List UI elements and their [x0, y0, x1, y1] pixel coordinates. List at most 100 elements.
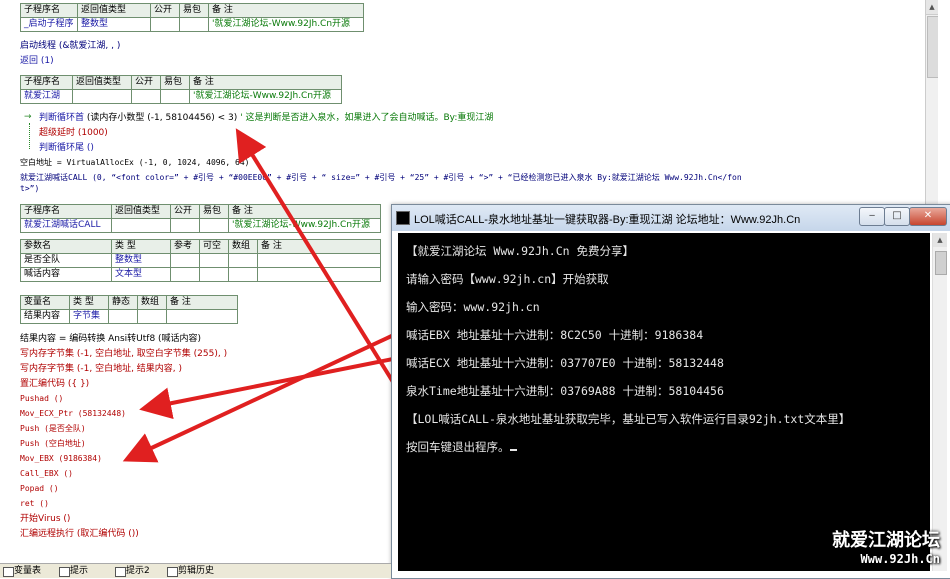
tab-hint2[interactable]: 提示2: [114, 565, 150, 577]
code-line-shout-2[interactable]: t>”): [20, 183, 39, 195]
header-remark: 备 注: [257, 239, 381, 254]
header-subname: 子程序名: [20, 204, 112, 219]
cell-type[interactable]: 文本型: [111, 267, 171, 282]
cell-return-type[interactable]: [111, 218, 171, 233]
cell-remark[interactable]: [166, 309, 238, 324]
cell-array[interactable]: [228, 253, 258, 268]
code-line[interactable]: Pushad (): [20, 393, 63, 405]
cell-param-name[interactable]: 喊话内容: [20, 267, 112, 282]
code-line-return[interactable]: 返回 (1): [20, 55, 54, 67]
console-line: 请输入密码【www.92jh.cn】开始获取: [406, 272, 609, 286]
cell-remark[interactable]: '就爱江湖论坛-Www.92Jh.Cn开源: [189, 89, 342, 104]
cell-subname[interactable]: 就爱江湖: [20, 89, 73, 104]
cell-subname[interactable]: _启动子程序: [20, 17, 78, 32]
tab-clipboard-history[interactable]: 剪辑历史: [166, 565, 214, 577]
scroll-thumb[interactable]: [935, 251, 947, 275]
code-line[interactable]: 开始Virus (): [20, 513, 70, 525]
console-line: 输入密码：www.92jh.cn: [406, 300, 540, 314]
scroll-thumb[interactable]: [927, 16, 938, 78]
cell-type[interactable]: 整数型: [111, 253, 171, 268]
code-line[interactable]: 写内存字节集 (-1, 空白地址, 结果内容, ): [20, 363, 182, 375]
code-line-shout-1[interactable]: 就爱江湖喊话CALL (0, “<font color=” + #引号 + “#…: [20, 172, 742, 184]
code-line[interactable]: Push (空白地址): [20, 438, 86, 450]
code-line[interactable]: 结果内容 = 编码转换 Ansi转Utf8 (喊话内容): [20, 333, 201, 345]
code-line[interactable]: Mov_EBX (9186384): [20, 453, 102, 465]
code-line-start-thread[interactable]: 启动线程 (&就爱江湖, , ): [20, 40, 120, 52]
hint-icon: [115, 567, 126, 577]
console-scrollbar[interactable]: ▲: [932, 233, 947, 571]
table-icon: [3, 567, 14, 577]
code-line[interactable]: Push (是否全队): [20, 423, 86, 435]
loop-arrow-icon: →: [24, 112, 32, 122]
code-line-delay[interactable]: 超级延时 (1000): [39, 127, 108, 139]
code-line[interactable]: 置汇编代码 ({ }): [20, 378, 89, 390]
code-line[interactable]: Popad (): [20, 483, 59, 495]
watermark-line-2: Www.92Jh.Cn: [860, 552, 940, 566]
cell-remark[interactable]: '就爱江湖论坛-Www.92Jh.Cn开源: [228, 218, 381, 233]
cell-array[interactable]: [137, 309, 167, 324]
tab-variables[interactable]: 变量表: [2, 565, 41, 577]
console-titlebar[interactable]: LOL喊话CALL-泉水地址基址一键获取器-By:重现江湖 论坛地址：Www.9…: [392, 205, 950, 231]
console-line-prompt: 按回车键退出程序。: [406, 439, 517, 455]
cell-array[interactable]: [228, 267, 258, 282]
cell-return-type[interactable]: 整数型: [77, 17, 151, 32]
tab-label: 提示2: [126, 566, 150, 576]
header-package: 易包: [160, 75, 190, 90]
cell-type[interactable]: 字节集: [69, 309, 109, 324]
tab-hint[interactable]: 提示: [58, 565, 88, 577]
console-title: LOL喊话CALL-泉水地址基址一键获取器-By:重现江湖 论坛地址：Www.9…: [414, 214, 801, 226]
console-app-icon: [396, 211, 410, 225]
cell-remark[interactable]: '就爱江湖论坛-Www.92Jh.Cn开源: [208, 17, 364, 32]
cell-ref[interactable]: [170, 267, 200, 282]
cell-static[interactable]: [108, 309, 138, 324]
cell-nullable[interactable]: [199, 267, 229, 282]
cell-subname[interactable]: 就爱江湖喊话CALL: [20, 218, 112, 233]
console-window[interactable]: LOL喊话CALL-泉水地址基址一键获取器-By:重现江湖 论坛地址：Www.9…: [391, 204, 950, 579]
cell-nullable[interactable]: [199, 253, 229, 268]
code-line[interactable]: 汇编远程执行 (取汇编代码 ()): [20, 528, 139, 540]
header-type: 类 型: [69, 295, 109, 310]
cell-param-name[interactable]: 是否全队: [20, 253, 112, 268]
cell-public[interactable]: [150, 17, 180, 32]
subroutine-table-startup: 子程序名 返回值类型 公开 易包 备 注 _启动子程序 整数型 '就爱江湖论坛-…: [20, 3, 364, 32]
cell-return-type[interactable]: [72, 89, 132, 104]
header-type: 类 型: [111, 239, 171, 254]
console-line: 【就爱江湖论坛 Www.92Jh.Cn 免费分享】: [406, 244, 635, 258]
header-static: 静态: [108, 295, 138, 310]
cell-ref[interactable]: [170, 253, 200, 268]
minimize-button[interactable]: ‒: [859, 207, 885, 226]
cell-package[interactable]: [199, 218, 229, 233]
cell-package[interactable]: [179, 17, 209, 32]
loop-comment: ' 这是判断是否进入泉水，如果进入了会自动喊话。By:重现江湖: [240, 113, 494, 123]
cell-var-name[interactable]: 结果内容: [20, 309, 70, 324]
scroll-up-icon[interactable]: ▲: [933, 233, 947, 247]
console-line: 喊话ECX 地址基址十六进制：037707E0 十进制：58132448: [406, 356, 724, 370]
cell-public[interactable]: [170, 218, 200, 233]
code-line[interactable]: Mov_ECX_Ptr (58132448): [20, 408, 126, 420]
code-line[interactable]: 写内存字节集 (-1, 空白地址, 取空白字节集 (255), ): [20, 348, 227, 360]
code-line-alloc[interactable]: 空白地址 = VirtualAllocEx (-1, 0, 1024, 4096…: [20, 157, 249, 169]
cell-public[interactable]: [131, 89, 161, 104]
maximize-button[interactable]: □: [884, 207, 910, 226]
header-ref: 参考: [170, 239, 200, 254]
console-output[interactable]: 【就爱江湖论坛 Www.92Jh.Cn 免费分享】 请输入密码【www.92jh…: [398, 233, 930, 571]
header-array: 数组: [137, 295, 167, 310]
close-button[interactable]: ✕: [909, 207, 947, 226]
code-line-loop-head[interactable]: 判断循环首 (读内存小数型 (-1, 58104456) < 3) ' 这是判断…: [39, 112, 493, 124]
code-line[interactable]: ret (): [20, 498, 49, 510]
clipboard-icon: [167, 567, 178, 577]
cell-remark[interactable]: [257, 267, 381, 282]
scroll-up-icon[interactable]: ▲: [926, 0, 938, 15]
cell-remark[interactable]: [257, 253, 381, 268]
header-subname: 子程序名: [20, 3, 78, 18]
code-line[interactable]: Call_EBX (): [20, 468, 73, 480]
header-public: 公开: [131, 75, 161, 90]
tab-label: 变量表: [14, 566, 42, 576]
hint-icon: [59, 567, 70, 577]
subroutine-table-main: 子程序名 返回值类型 公开 易包 备 注 就爱江湖 '就爱江湖论坛-Www.92…: [20, 75, 342, 104]
cell-package[interactable]: [160, 89, 190, 104]
tab-label: 剪辑历史: [178, 566, 215, 576]
loop-keyword: 判断循环首: [39, 113, 85, 123]
header-var-name: 变量名: [20, 295, 70, 310]
code-line-loop-tail[interactable]: 判断循环尾 (): [39, 142, 94, 154]
